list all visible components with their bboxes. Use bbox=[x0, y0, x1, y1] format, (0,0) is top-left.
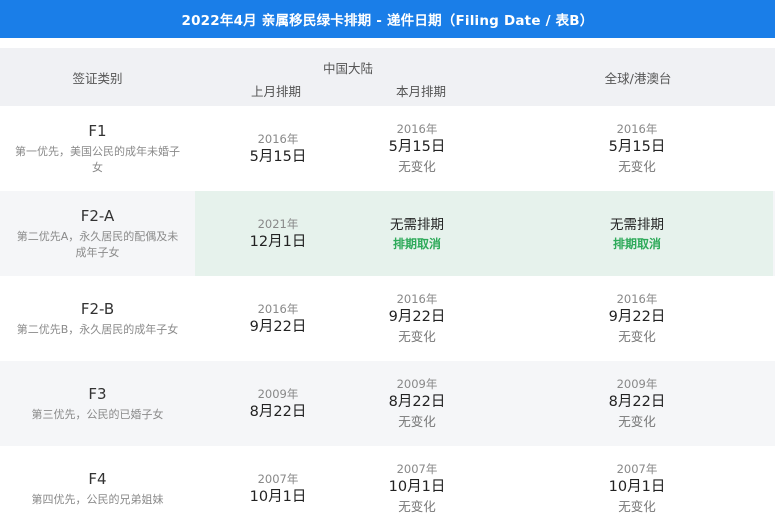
change-note: 无变化 bbox=[398, 328, 436, 344]
change-note: 无变化 bbox=[398, 158, 436, 174]
year: 2016年 bbox=[257, 131, 299, 146]
global-cell: 2016年 5月15日 无变化 bbox=[577, 106, 697, 191]
header-this-month: 本月排期 bbox=[395, 84, 446, 99]
year: 2007年 bbox=[396, 461, 438, 476]
status-text: 无需排期 bbox=[390, 216, 444, 233]
date: 8月22日 bbox=[249, 403, 307, 420]
year: 2009年 bbox=[396, 376, 438, 391]
header-category: 签证类别 bbox=[72, 70, 123, 86]
category-code: F4 bbox=[88, 469, 107, 488]
change-note: 无变化 bbox=[618, 328, 656, 344]
date: 9月22日 bbox=[249, 318, 307, 335]
date: 12月1日 bbox=[249, 233, 307, 250]
category-desc: 第一优先，美国公民的成年未婚子女 bbox=[15, 144, 180, 174]
header-last-month: 上月排期 bbox=[250, 84, 301, 99]
date: 10月1日 bbox=[388, 478, 446, 495]
category-code: F2-B bbox=[80, 299, 115, 318]
spacer bbox=[0, 38, 775, 48]
date: 10月1日 bbox=[249, 488, 307, 505]
category-code: F1 bbox=[88, 121, 107, 140]
category-desc: 第三优先，公民的已婚子女 bbox=[31, 407, 164, 421]
global-cell: 2009年 8月22日 无变化 bbox=[577, 361, 697, 446]
this-month-cell: 无需排期 排期取消 bbox=[357, 191, 477, 276]
category-desc: 第二优先B，永久居民的成年子女 bbox=[16, 322, 179, 336]
status-text: 无需排期 bbox=[610, 216, 664, 233]
year: 2016年 bbox=[616, 291, 658, 306]
year: 2016年 bbox=[616, 121, 658, 136]
change-note: 无变化 bbox=[618, 158, 656, 174]
page-title: 2022年4月 亲属移民绿卡排期 - 递件日期（Filing Date / 表B… bbox=[0, 0, 775, 38]
category-code: F3 bbox=[88, 384, 107, 403]
table-row: F1 第一优先，美国公民的成年未婚子女 2016年 5月15日 2016年 5月… bbox=[0, 106, 775, 191]
category-desc: 第二优先A，永久居民的配偶及未成年子女 bbox=[16, 229, 179, 259]
date: 8月22日 bbox=[608, 393, 666, 410]
header-china-group: 中国大陆 bbox=[322, 61, 373, 76]
last-month-cell: 2021年 12月1日 bbox=[218, 191, 338, 276]
table-row: F2-B 第二优先B，永久居民的成年子女 2016年 9月22日 2016年 9… bbox=[0, 276, 775, 361]
category-cell: F4 第四优先，公民的兄弟姐妹 bbox=[0, 446, 195, 531]
category-cell: F3 第三优先，公民的已婚子女 bbox=[0, 361, 195, 446]
change-note: 无变化 bbox=[618, 498, 656, 514]
global-cell: 无需排期 排期取消 bbox=[577, 191, 697, 276]
table-row: F4 第四优先，公民的兄弟姐妹 2007年 10月1日 2007年 10月1日 … bbox=[0, 446, 775, 531]
date: 9月22日 bbox=[608, 308, 666, 325]
table-header: 签证类别 中国大陆 上月排期 本月排期 全球/港澳台 bbox=[0, 48, 775, 106]
header-global: 全球/港澳台 bbox=[604, 70, 672, 86]
global-cell: 2016年 9月22日 无变化 bbox=[577, 276, 697, 361]
year: 2007年 bbox=[257, 471, 299, 486]
year: 2009年 bbox=[616, 376, 658, 391]
category-code: F2-A bbox=[80, 206, 115, 225]
category-desc: 第四优先，公民的兄弟姐妹 bbox=[31, 492, 164, 506]
category-cell: F2-A 第二优先A，永久居民的配偶及未成年子女 bbox=[0, 191, 195, 276]
global-cell: 2007年 10月1日 无变化 bbox=[577, 446, 697, 531]
date: 9月22日 bbox=[388, 308, 446, 325]
last-month-cell: 2007年 10月1日 bbox=[218, 446, 338, 531]
category-cell: F2-B 第二优先B，永久居民的成年子女 bbox=[0, 276, 195, 361]
category-cell: F1 第一优先，美国公民的成年未婚子女 bbox=[0, 106, 195, 191]
date: 5月15日 bbox=[608, 138, 666, 155]
this-month-cell: 2009年 8月22日 无变化 bbox=[357, 361, 477, 446]
this-month-cell: 2016年 9月22日 无变化 bbox=[357, 276, 477, 361]
date: 5月15日 bbox=[249, 148, 307, 165]
last-month-cell: 2016年 5月15日 bbox=[218, 106, 338, 191]
year: 2016年 bbox=[396, 291, 438, 306]
change-note: 无变化 bbox=[398, 498, 436, 514]
this-month-cell: 2016年 5月15日 无变化 bbox=[357, 106, 477, 191]
year: 2016年 bbox=[396, 121, 438, 136]
year: 2021年 bbox=[257, 216, 299, 231]
date: 10月1日 bbox=[608, 478, 666, 495]
last-month-cell: 2016年 9月22日 bbox=[218, 276, 338, 361]
change-note: 无变化 bbox=[398, 413, 436, 429]
date: 5月15日 bbox=[388, 138, 446, 155]
date: 8月22日 bbox=[388, 393, 446, 410]
year: 2009年 bbox=[257, 386, 299, 401]
year: 2007年 bbox=[616, 461, 658, 476]
year: 2016年 bbox=[257, 301, 299, 316]
table-row: F3 第三优先，公民的已婚子女 2009年 8月22日 2009年 8月22日 … bbox=[0, 361, 775, 446]
this-month-cell: 2007年 10月1日 无变化 bbox=[357, 446, 477, 531]
table-row: F2-A 第二优先A，永久居民的配偶及未成年子女 2021年 12月1日 无需排… bbox=[0, 191, 775, 276]
change-note: 无变化 bbox=[618, 413, 656, 429]
change-note: 排期取消 bbox=[392, 236, 441, 251]
change-note: 排期取消 bbox=[612, 236, 661, 251]
last-month-cell: 2009年 8月22日 bbox=[218, 361, 338, 446]
